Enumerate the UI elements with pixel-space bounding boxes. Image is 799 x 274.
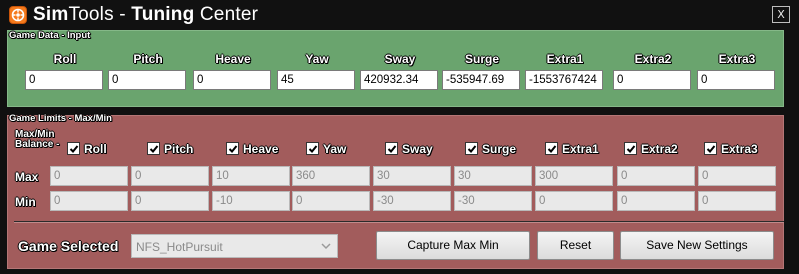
column-header-pitch: Pitch: [133, 52, 163, 66]
checkmark-icon: [69, 145, 79, 153]
input-yaw[interactable]: 45: [277, 70, 355, 90]
column-header-roll: Roll: [53, 52, 77, 66]
reset-button[interactable]: Reset: [537, 231, 614, 260]
checkbox-label-heave: Heave: [243, 142, 279, 156]
checkbox-label-extra2: Extra2: [641, 142, 678, 156]
checkbox-sway[interactable]: [385, 142, 398, 155]
max-row-label: Max: [15, 170, 39, 184]
checkmark-icon: [626, 145, 636, 153]
game-limits-section-label: Game Limits - Max/Min: [9, 113, 112, 124]
capture-max-min-button[interactable]: Capture Max Min: [376, 231, 530, 260]
column-header-sway: Sway: [384, 52, 416, 66]
min-input-roll[interactable]: 0: [50, 191, 128, 211]
checkbox-label-sway: Sway: [402, 142, 433, 156]
balance-label: Max/Min Balance -: [15, 129, 60, 150]
checkmark-icon: [149, 145, 159, 153]
min-input-extra2[interactable]: 0: [617, 191, 695, 211]
column-header-extra1: Extra1: [546, 52, 584, 66]
checkbox-extra2[interactable]: [624, 142, 637, 155]
min-input-sway[interactable]: -30: [373, 191, 451, 211]
checkbox-label-roll: Roll: [84, 142, 107, 156]
input-extra1[interactable]: -1553767424: [525, 70, 603, 90]
game-data-section-label: Game Data - Input: [9, 30, 91, 41]
input-roll[interactable]: 0: [25, 70, 103, 90]
game-data-panel: [7, 30, 784, 107]
checkbox-label-pitch: Pitch: [164, 142, 194, 156]
input-surge[interactable]: -535947.69: [442, 70, 520, 90]
checkbox-surge[interactable]: [465, 142, 478, 155]
input-pitch[interactable]: 0: [108, 70, 186, 90]
max-input-sway[interactable]: 30: [373, 166, 451, 186]
checkbox-label-extra1: Extra1: [562, 142, 599, 156]
checkmark-icon: [467, 145, 477, 153]
checkbox-extra3[interactable]: [704, 142, 717, 155]
input-extra3[interactable]: 0: [697, 70, 775, 90]
checkbox-label-extra3: Extra3: [721, 142, 758, 156]
max-input-extra2[interactable]: 0: [617, 166, 695, 186]
checkbox-roll[interactable]: [67, 142, 80, 155]
min-row-label: Min: [15, 195, 36, 209]
checkmark-icon: [547, 145, 557, 153]
input-extra2[interactable]: 0: [613, 70, 691, 90]
min-input-surge[interactable]: -30: [454, 191, 532, 211]
checkbox-yaw[interactable]: [306, 142, 319, 155]
max-input-extra3[interactable]: 0: [698, 166, 776, 186]
game-selected-label: Game Selected: [18, 238, 119, 254]
window-title: SimTools - Tuning Center: [33, 4, 259, 25]
column-header-extra2: Extra2: [634, 52, 672, 66]
divider: [14, 221, 784, 223]
checkmark-icon: [228, 145, 238, 153]
max-input-yaw[interactable]: 360: [292, 166, 370, 186]
checkmark-icon: [387, 145, 397, 153]
max-input-heave[interactable]: 10: [212, 166, 290, 186]
game-select-value: NFS_HotPursuit: [136, 240, 223, 254]
checkbox-heave[interactable]: [226, 142, 239, 155]
max-input-surge[interactable]: 30: [454, 166, 532, 186]
checkbox-label-yaw: Yaw: [323, 142, 347, 156]
max-input-extra1[interactable]: 300: [535, 166, 613, 186]
checkbox-label-surge: Surge: [482, 142, 517, 156]
max-input-roll[interactable]: 0: [50, 166, 128, 186]
checkbox-extra1[interactable]: [545, 142, 558, 155]
save-new-settings-button[interactable]: Save New Settings: [620, 231, 774, 260]
column-header-heave: Heave: [215, 52, 251, 66]
column-header-surge: Surge: [464, 52, 499, 66]
input-sway[interactable]: 420932.34: [360, 70, 438, 90]
close-button[interactable]: X: [772, 6, 790, 23]
game-select-dropdown[interactable]: NFS_HotPursuit: [131, 234, 338, 258]
column-header-yaw: Yaw: [305, 52, 329, 66]
checkmark-icon: [706, 145, 716, 153]
title-bar: SimTools - Tuning Center X: [0, 0, 799, 30]
checkmark-icon: [308, 145, 318, 153]
checkbox-pitch[interactable]: [147, 142, 160, 155]
min-input-extra3[interactable]: 0: [698, 191, 776, 211]
input-heave[interactable]: 0: [193, 70, 271, 90]
column-header-extra3: Extra3: [718, 52, 756, 66]
simtools-logo-icon: [9, 6, 27, 24]
chevron-down-icon: [321, 243, 331, 250]
min-input-extra1[interactable]: 0: [535, 191, 613, 211]
min-input-heave[interactable]: -10: [212, 191, 290, 211]
min-input-yaw[interactable]: 0: [292, 191, 370, 211]
max-input-pitch[interactable]: 0: [131, 166, 209, 186]
min-input-pitch[interactable]: 0: [131, 191, 209, 211]
